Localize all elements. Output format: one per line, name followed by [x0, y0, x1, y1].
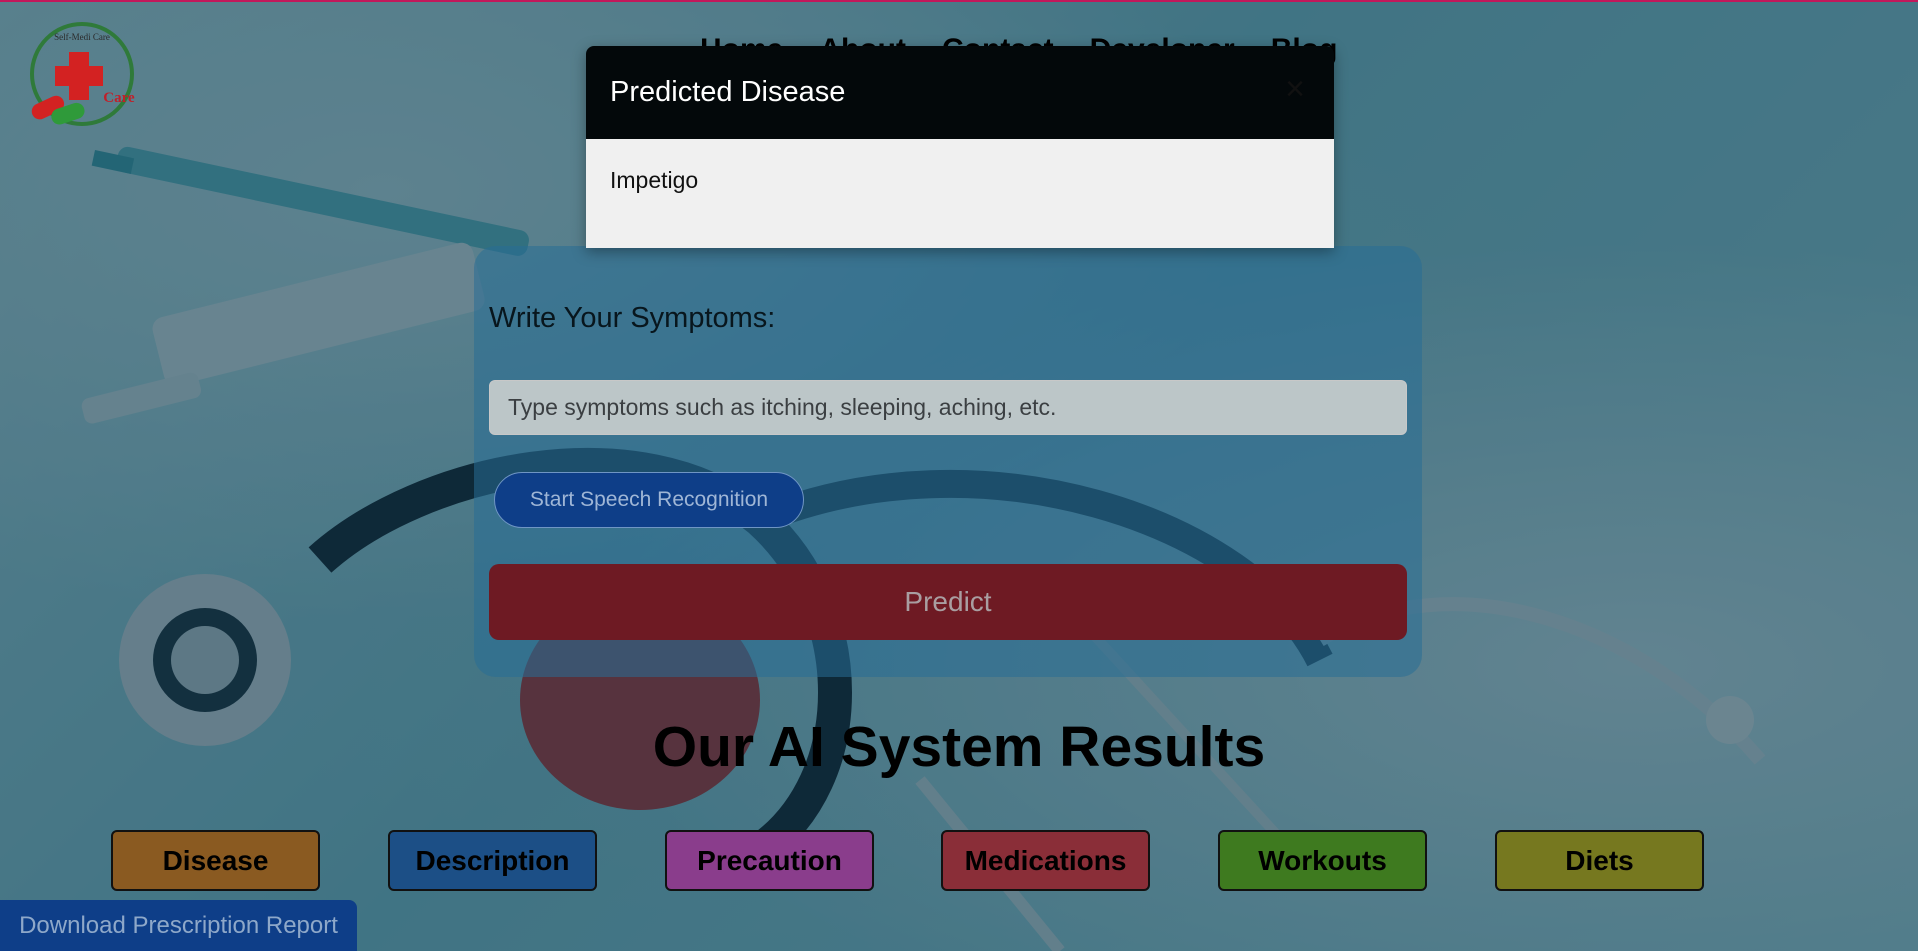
modal-header: Predicted Disease × — [586, 46, 1334, 139]
logo-side-text: Care — [103, 90, 135, 106]
logo-icon: Self-Medi Care Care — [30, 22, 135, 126]
disease-button[interactable]: Disease — [111, 830, 320, 891]
symptom-form-card: Write Your Symptoms: Start Speech Recogn… — [474, 246, 1422, 677]
site-logo[interactable]: Self-Medi Care Care — [27, 18, 137, 130]
modal-body: Impetigo — [586, 139, 1334, 248]
symptoms-input[interactable] — [489, 380, 1407, 435]
predicted-disease-value: Impetigo — [610, 167, 699, 193]
workouts-button[interactable]: Workouts — [1218, 830, 1427, 891]
logo-top-text: Self-Medi Care — [54, 32, 110, 42]
description-button[interactable]: Description — [388, 830, 597, 891]
results-heading: Our AI System Results — [652, 715, 1266, 779]
speech-recognition-button[interactable]: Start Speech Recognition — [494, 472, 804, 528]
predict-button[interactable]: Predict — [489, 564, 1407, 640]
diets-button[interactable]: Diets — [1495, 830, 1704, 891]
symptoms-label: Write Your Symptoms: — [489, 302, 776, 334]
close-icon[interactable]: × — [1280, 72, 1310, 106]
download-prescription-button[interactable]: Download Prescription Report — [0, 900, 357, 951]
predicted-disease-modal: Predicted Disease × Impetigo — [586, 46, 1334, 248]
top-accent-line — [0, 0, 1918, 2]
modal-title: Predicted Disease — [610, 76, 846, 108]
precaution-button[interactable]: Precaution — [665, 830, 874, 891]
medications-button[interactable]: Medications — [941, 830, 1150, 891]
